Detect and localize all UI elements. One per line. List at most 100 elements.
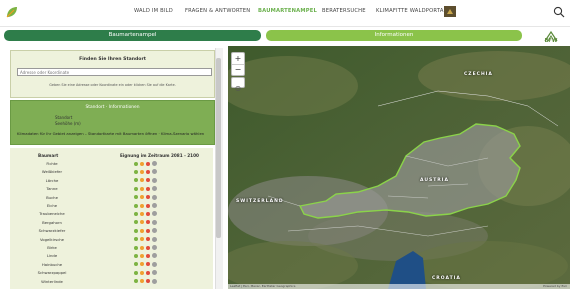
traffic-light-dot (146, 228, 150, 233)
traffic-light-dot (146, 195, 150, 200)
traffic-light-dot (146, 253, 150, 258)
info-icon[interactable] (152, 228, 157, 234)
table-row[interactable]: Fichte (10, 160, 213, 167)
table-row[interactable]: Hainbuche (10, 261, 213, 268)
info-icon[interactable] (152, 169, 157, 175)
info-seehoehe: Seehöhe (m) (55, 121, 81, 126)
species-name: Fichte (46, 161, 58, 166)
location-search-box: Finden Sie Ihren Standort Geben Sie eine… (10, 50, 215, 98)
species-name: Schwarzkiefer (38, 228, 66, 234)
table-row[interactable]: Bergahorn (10, 219, 213, 226)
traffic-light-dot (140, 169, 144, 174)
info-icon[interactable] (152, 236, 157, 242)
location-box-title: Finden Sie Ihren Standort (79, 57, 146, 62)
traffic-light-dot (134, 253, 138, 258)
table-row[interactable]: Lärche (10, 177, 213, 184)
info-icon[interactable] (152, 278, 157, 284)
info-icon[interactable] (152, 161, 157, 166)
map-view[interactable]: CZECHIA AUSTRIA SWITZERLAND CROATIA (228, 46, 570, 289)
tab-baumartenampel[interactable]: Baumartenampel (4, 30, 261, 41)
info-icon[interactable] (152, 261, 157, 267)
bfw-logo-text: BFW (544, 38, 558, 44)
species-name: Lärche (45, 177, 59, 183)
table-row[interactable]: Winterlinde (10, 278, 213, 285)
traffic-light-dot (134, 220, 138, 225)
traffic-light-dot (134, 161, 138, 166)
traffic-light-dot (140, 178, 144, 183)
locate-button[interactable] (231, 77, 245, 92)
traffic-light-dot (146, 270, 150, 275)
traffic-light-dot (146, 178, 150, 183)
info-standort: Standort (55, 115, 73, 120)
map-label-croatia: CROATIA (432, 276, 461, 281)
table-row[interactable]: Weißkiefer (10, 168, 213, 175)
species-name: Bergahorn (42, 219, 62, 225)
info-icon[interactable] (152, 219, 157, 225)
traffic-light-dot (146, 279, 150, 284)
traffic-light-dot (146, 245, 150, 250)
scrollbar-thumb[interactable] (216, 58, 221, 238)
map-attribution: Leaflet | Esri, Maxar, Earthstar Geograp… (228, 284, 570, 289)
info-icon[interactable] (152, 194, 157, 200)
col-header-fit: Eignung im Zeitraum 2081 - 2100 (120, 153, 199, 158)
nav-wald-im-bild[interactable]: WALD IM BILD (134, 8, 173, 14)
map-label-czechia: CZECHIA (464, 72, 493, 77)
info-note: Klimadaten für Ihr Gebiet anzeigen – Sta… (17, 131, 205, 136)
nav-baumartenampel[interactable]: BAUMARTENAMPEL (258, 8, 317, 14)
location-search-input[interactable] (17, 68, 212, 76)
table-row[interactable]: Buche (10, 194, 213, 201)
nav-beratersuche[interactable]: BERATERSUCHE (322, 8, 366, 14)
table-row[interactable]: Birke (10, 244, 213, 251)
table-row[interactable]: Schwarzpappel (10, 269, 213, 276)
traffic-light-dot (146, 161, 150, 166)
traffic-light-dot (140, 211, 144, 216)
nav-klimafitte-waldportal[interactable]: KLIMAFITTE WALDPORTAL (376, 8, 447, 14)
traffic-light-dot (134, 262, 138, 267)
info-icon[interactable] (152, 270, 157, 276)
species-name: Eiche (46, 203, 58, 208)
species-name: Hainbuche (41, 261, 63, 267)
traffic-light-dot (140, 253, 144, 258)
nav-fragen-antworten[interactable]: FRAGEN & ANTWORTEN (185, 8, 250, 14)
bfw-logo: BFW (537, 27, 565, 45)
species-name: Weißkiefer (41, 169, 63, 175)
table-row[interactable]: Tanne (10, 185, 213, 192)
traffic-light-dot (140, 279, 144, 284)
traffic-light-dot (134, 237, 138, 242)
traffic-light-dot (146, 203, 150, 208)
map-label-austria: AUSTRIA (420, 178, 449, 183)
search-icon[interactable] (553, 6, 565, 18)
info-icon[interactable] (152, 177, 157, 183)
location-hint: Geben Sie eine Adresse oder Koordinate e… (49, 83, 176, 87)
info-icon[interactable] (152, 203, 157, 208)
zoom-out-button[interactable]: − (232, 64, 244, 75)
traffic-light-dot (134, 186, 138, 191)
info-icon[interactable] (152, 211, 157, 217)
species-name: Tanne (46, 186, 58, 192)
leaf-logo-icon[interactable] (4, 4, 20, 20)
traffic-light-dot (134, 195, 138, 200)
table-row[interactable]: Schwarzkiefer (10, 227, 213, 234)
table-row[interactable]: Vogelkirsche (10, 236, 213, 243)
traffic-light-dot (134, 178, 138, 183)
traffic-light-dot (140, 195, 144, 200)
top-navigation: WALD IM BILD FRAGEN & ANTWORTEN BAUMARTE… (0, 0, 570, 27)
table-row[interactable]: Eiche (10, 202, 213, 209)
table-row[interactable]: Linde (10, 252, 213, 259)
traffic-light-dot (134, 245, 138, 250)
traffic-light-dot (140, 245, 144, 250)
portal-badge-icon[interactable] (444, 6, 456, 17)
satellite-map[interactable] (228, 46, 570, 289)
species-name: Winterlinde (41, 278, 63, 284)
traffic-light-dot (140, 270, 144, 275)
info-icon[interactable] (152, 186, 157, 192)
table-row[interactable]: Traubeneiche (10, 210, 213, 217)
traffic-light-dot (140, 203, 144, 208)
col-header-species: Baumart (38, 153, 59, 158)
species-name: Schwarzpappel (37, 270, 67, 276)
info-icon[interactable] (152, 245, 157, 250)
info-icon[interactable] (152, 253, 157, 259)
traffic-light-dot (140, 262, 144, 267)
species-name: Birke (47, 245, 57, 250)
tab-informationen[interactable]: Informationen (266, 30, 522, 41)
